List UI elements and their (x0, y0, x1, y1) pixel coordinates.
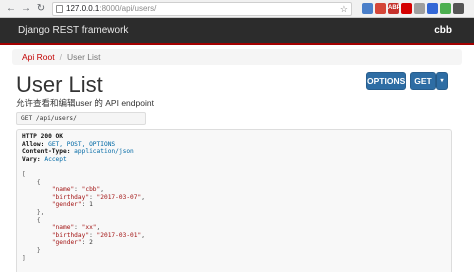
red-extension-icon[interactable] (401, 3, 412, 14)
breadcrumb-current: User List (66, 52, 101, 62)
json-value: "cbb" (81, 186, 101, 194)
json-key: "name" (51, 186, 75, 194)
json-key: "gender" (51, 201, 82, 209)
json-open-bracket: [ (22, 170, 26, 178)
abp-extension-icon[interactable]: ABP (388, 3, 401, 14)
header-value: application/json (74, 148, 134, 156)
json-key: "gender" (51, 239, 82, 247)
request-info: GET /api/users/ (16, 112, 146, 125)
url-path: :8000/api/users/ (99, 4, 157, 13)
json-field: "gender": 2 (51, 239, 93, 247)
back-icon[interactable]: ← (4, 2, 18, 16)
header-content-type: Content-Type: application/json (22, 148, 446, 156)
dark-extension-icon[interactable] (453, 3, 464, 14)
page-title: User List (16, 72, 103, 97)
browser-toolbar: ← → ↻ 127.0.0.1:8000/api/users/ ☆ ABP (0, 0, 474, 18)
response-panel: HTTP 200 OK Allow: GET, POST, OPTIONS Co… (16, 129, 452, 272)
json-value: "2017-03-07" (96, 193, 142, 201)
response-status: HTTP 200 OK (22, 133, 63, 140)
json-field: "name": "xx", (51, 224, 101, 232)
bookmark-star-icon[interactable]: ☆ (340, 3, 348, 15)
page-icon (56, 5, 63, 13)
page-description: 允许查看和编辑user 的 API endpoint (16, 98, 154, 108)
navbar: Django REST framework cbb (0, 18, 474, 45)
json-value: "2017-03-01" (96, 231, 142, 239)
header-name: Content-Type: (22, 148, 71, 156)
json-key: "birthday" (51, 231, 90, 239)
get-format-dropdown[interactable]: ▾ (436, 72, 448, 90)
user-menu[interactable]: cbb (434, 25, 452, 36)
json-object-close: } (22, 246, 41, 254)
breadcrumb-separator: / (59, 52, 62, 62)
json-value: "xx" (81, 224, 97, 232)
header-value: GET, POST, OPTIONS (48, 140, 116, 148)
json-key: "birthday" (51, 193, 90, 201)
mail-extension-icon[interactable] (375, 3, 386, 14)
navbar-brand[interactable]: Django REST framework (18, 25, 128, 36)
blue-extension-icon[interactable] (427, 3, 438, 14)
options-button[interactable]: OPTIONS (366, 72, 406, 90)
reload-icon[interactable]: ↻ (34, 2, 48, 16)
sync-extension-icon[interactable] (362, 3, 373, 14)
json-object-open: { (22, 216, 41, 224)
json-object-open: { (22, 178, 41, 186)
json-field: "name": "cbb", (51, 186, 104, 194)
json-object-close: }, (22, 208, 45, 216)
header-allow: Allow: GET, POST, OPTIONS (22, 141, 446, 149)
json-field: "gender": 1 (51, 201, 93, 209)
header-vary: Vary: Accept (22, 156, 446, 164)
json-value: 1 (89, 201, 93, 209)
header-name: Allow: (22, 140, 45, 148)
json-close-bracket: ] (22, 254, 26, 262)
address-bar[interactable]: 127.0.0.1:8000/api/users/ ☆ (52, 2, 352, 16)
green-extension-icon[interactable] (440, 3, 451, 14)
json-value: 2 (89, 239, 93, 247)
json-field: "birthday": "2017-03-07", (51, 193, 145, 201)
json-key: "name" (51, 224, 75, 232)
url-host: 127.0.0.1 (66, 4, 100, 13)
grey-extension-icon[interactable] (414, 3, 425, 14)
header-name: Vary: (22, 155, 41, 163)
breadcrumb-api-root[interactable]: Api Root (22, 52, 55, 62)
get-button[interactable]: GET (410, 72, 436, 90)
breadcrumb: Api Root / User List (12, 49, 462, 65)
header-value: Accept (44, 155, 67, 163)
json-field: "birthday": "2017-03-01", (51, 231, 145, 239)
forward-icon[interactable]: → (19, 2, 33, 16)
